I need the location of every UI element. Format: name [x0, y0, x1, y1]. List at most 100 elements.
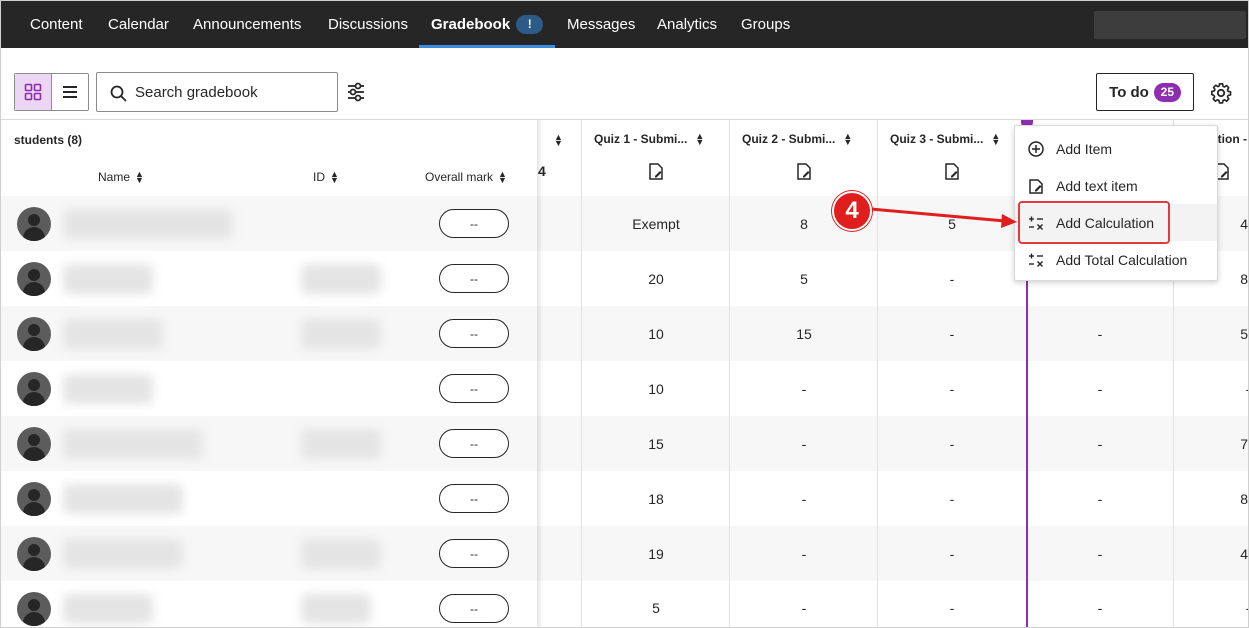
grade-cell[interactable]: - — [878, 326, 1026, 342]
overall-mark-pill[interactable]: -- — [439, 594, 509, 623]
quiz2-column-label: Quiz 2 - Submi... — [742, 132, 836, 146]
grade-cell[interactable]: - — [730, 436, 878, 452]
user-account-chip[interactable] — [1094, 11, 1246, 39]
grade-cell[interactable]: - — [1026, 491, 1174, 507]
grade-cell[interactable]: - — [878, 546, 1026, 562]
grade-cell[interactable]: - — [878, 381, 1026, 397]
quiz3-column-header[interactable]: Quiz 3 - Submi... ▲ ▼ — [890, 132, 1000, 147]
menu-item-add-total-calculation[interactable]: Add Total Calculation — [1015, 241, 1217, 278]
grade-cell[interactable]: 45 — [1174, 546, 1248, 562]
sort-icon: ▲ ▼ — [330, 169, 339, 185]
overall-mark-label: Overall mark — [425, 170, 494, 184]
grade-cell[interactable]: - — [1174, 381, 1248, 397]
grade-cell[interactable]: 10 — [582, 381, 730, 397]
active-tab-indicator — [419, 45, 555, 48]
table-top-border — [1, 119, 1248, 120]
grade-cell[interactable]: - — [730, 381, 878, 397]
overall-mark-pill[interactable]: -- — [439, 209, 509, 238]
grade-cell[interactable]: - — [878, 600, 1026, 616]
todo-count-badge: 25 — [1153, 82, 1181, 102]
grade-cell[interactable]: 85 — [1174, 491, 1248, 507]
list-view-button[interactable] — [52, 74, 89, 110]
redacted-student-id — [301, 429, 381, 459]
assessment-doc-icon — [945, 163, 959, 180]
gradebook-window: Content Calendar Announcements Discussio… — [0, 0, 1249, 628]
grade-cell[interactable]: 70 — [1174, 436, 1248, 452]
grade-cell[interactable]: 10 — [582, 326, 730, 342]
grade-cell[interactable]: - — [1026, 381, 1174, 397]
tab-analytics[interactable]: Analytics — [657, 1, 717, 48]
tab-gradebook[interactable]: Gradebook! — [431, 1, 544, 48]
overall-mark-pill[interactable]: -- — [439, 484, 509, 513]
grade-cell[interactable]: 50 — [1174, 326, 1248, 342]
grade-cell[interactable]: 20 — [582, 271, 730, 287]
grade-cell[interactable]: - — [878, 436, 1026, 452]
grade-cell[interactable]: - — [878, 271, 1026, 287]
todo-button[interactable]: To do 25 — [1096, 73, 1194, 111]
tab-content[interactable]: Content — [30, 1, 83, 48]
grid-icon — [24, 83, 42, 101]
frozen-column-divider — [537, 120, 543, 627]
grade-cell[interactable]: - — [1026, 436, 1174, 452]
redacted-student-id — [301, 264, 381, 294]
overall-mark-column-header[interactable]: Overall mark ▲ ▼ — [425, 170, 507, 185]
overall-mark-pill[interactable]: -- — [439, 264, 509, 293]
redacted-student-name — [63, 594, 153, 624]
grade-cell[interactable]: - — [1174, 600, 1248, 616]
search-box — [96, 72, 338, 112]
quiz2-column-header[interactable]: Quiz 2 - Submi... ▲ ▼ — [742, 131, 853, 147]
grade-cell[interactable]: - — [730, 491, 878, 507]
gear-icon[interactable] — [1210, 82, 1232, 104]
grid-view-button[interactable] — [15, 74, 52, 110]
overall-mark-pill[interactable]: -- — [439, 319, 509, 348]
overall-mark-pill[interactable]: -- — [439, 374, 509, 403]
grade-cell[interactable]: - — [1026, 546, 1174, 562]
grade-cell[interactable]: 5 — [730, 271, 878, 287]
grade-cell[interactable]: - — [730, 600, 878, 616]
sort-icon: ▲ ▼ — [843, 131, 853, 147]
filter-settings-icon[interactable] — [345, 81, 367, 103]
grade-cell[interactable]: Exempt — [582, 216, 730, 232]
redacted-student-name — [63, 209, 233, 239]
redacted-student-name — [63, 374, 153, 404]
tab-groups[interactable]: Groups — [741, 1, 790, 48]
avatar — [17, 482, 51, 516]
id-column-header[interactable]: ID ▲ ▼ — [313, 169, 339, 185]
avatar — [17, 207, 51, 241]
grade-cell[interactable]: - — [1026, 326, 1174, 342]
menu-item-add-item[interactable]: Add Item — [1015, 130, 1217, 167]
menu-item-label: Add Total Calculation — [1056, 251, 1188, 268]
top-nav: Content Calendar Announcements Discussio… — [1, 1, 1248, 48]
avatar — [17, 592, 51, 626]
redacted-student-name — [63, 319, 163, 349]
grade-cell[interactable]: - — [1026, 600, 1174, 616]
grade-cell[interactable]: 15 — [582, 436, 730, 452]
grade-cell[interactable]: - — [878, 491, 1026, 507]
search-input[interactable] — [135, 81, 330, 103]
tab-discussions[interactable]: Discussions — [328, 1, 408, 48]
tab-calendar[interactable]: Calendar — [108, 1, 169, 48]
grade-cell[interactable]: 15 — [730, 326, 878, 342]
overall-mark-pill[interactable]: -- — [439, 539, 509, 568]
quiz1-column-header[interactable]: Quiz 1 - Submi... ▲ ▼ — [594, 132, 704, 147]
grade-cell[interactable]: 5 — [582, 600, 730, 616]
menu-item-add-text-item[interactable]: Add text item — [1015, 167, 1217, 204]
grade-cell[interactable]: 18 — [582, 491, 730, 507]
view-toggle — [14, 73, 89, 111]
tab-announcements[interactable]: Announcements — [193, 1, 301, 48]
list-icon — [62, 86, 77, 98]
tab-messages[interactable]: Messages — [567, 1, 635, 48]
redacted-student-id — [301, 594, 371, 624]
grade-cell[interactable]: 19 — [582, 546, 730, 562]
menu-item-label: Add Item — [1056, 140, 1113, 157]
highlight-box — [1018, 201, 1170, 244]
sort-icon[interactable]: ▲ ▼ — [554, 133, 563, 148]
plus-circle-icon — [1028, 140, 1044, 157]
step-callout-badge: 4 — [832, 191, 872, 231]
partial-column-value: 4 — [538, 163, 546, 179]
grade-cell[interactable]: - — [730, 546, 878, 562]
name-column-header[interactable]: Name ▲ ▼ — [98, 169, 144, 185]
overall-mark-pill[interactable]: -- — [439, 429, 509, 458]
sort-icon: ▲ ▼ — [135, 169, 144, 185]
assessment-doc-icon — [649, 163, 663, 180]
